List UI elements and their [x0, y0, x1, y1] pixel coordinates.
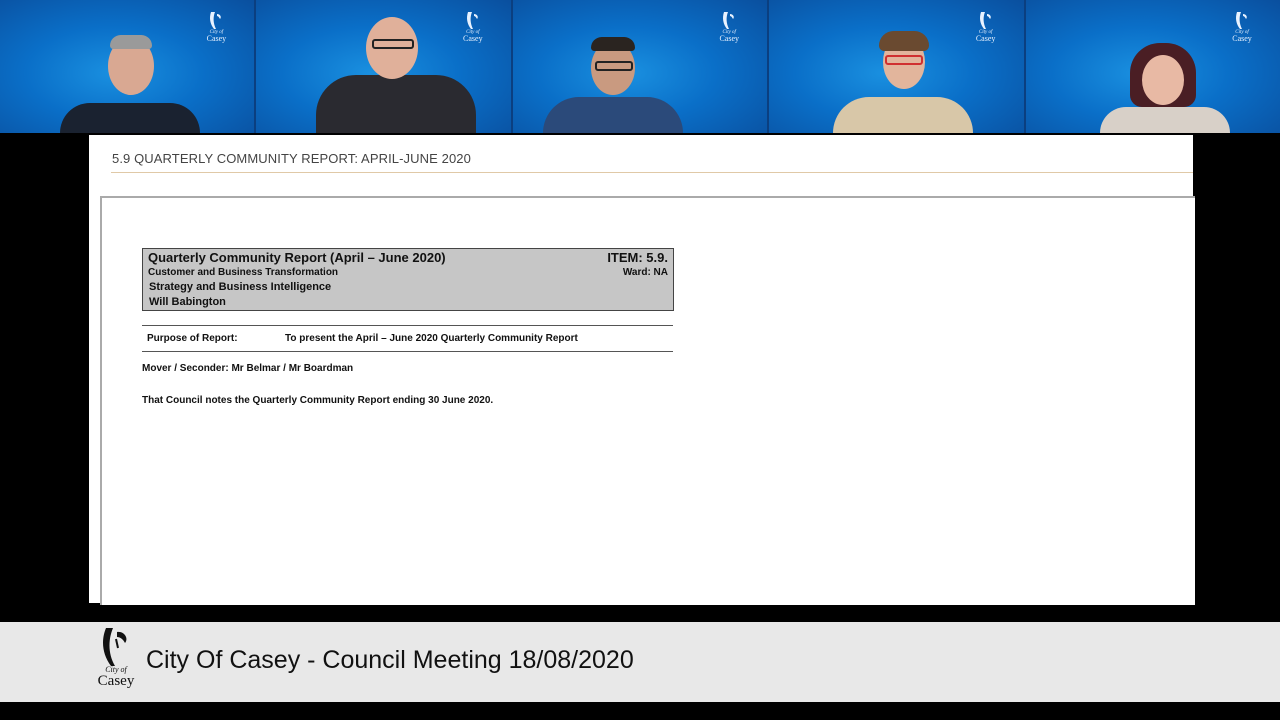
item-officer: Will Babington — [149, 296, 226, 308]
participant-tile-3[interactable]: City of Casey — [512, 0, 770, 133]
city-of-casey-logo: City of Casey — [92, 624, 140, 689]
item-number: ITEM: 5.9. — [607, 250, 668, 265]
slide-title: 5.9 QUARTERLY COMMUNITY REPORT: APRIL-JU… — [112, 151, 471, 166]
city-of-casey-logo: City of Casey — [204, 10, 228, 43]
mover-seconder: Mover / Seconder: Mr Belmar / Mr Boardma… — [142, 363, 354, 374]
lower-third-banner: City of Casey City Of Casey - Council Me… — [0, 622, 1280, 702]
purpose-label: Purpose of Report: — [147, 333, 238, 344]
bottom-bar — [0, 702, 1280, 720]
participant-tile-1[interactable]: City of Casey — [0, 0, 257, 133]
item-unit: Strategy and Business Intelligence — [149, 281, 332, 293]
item-title: Quarterly Community Report (April – June… — [148, 250, 446, 265]
participant-tile-4[interactable]: City of Casey — [769, 0, 1026, 133]
slide-divider — [111, 172, 1193, 173]
participant-video-4 — [833, 27, 974, 133]
city-of-casey-logo: City of Casey — [974, 10, 998, 43]
participant-video-5 — [1099, 43, 1230, 133]
participant-tile-5[interactable]: City of Casey — [1025, 0, 1280, 133]
agenda-item-header: Quarterly Community Report (April – June… — [142, 248, 674, 311]
document-view: Quarterly Community Report (April – June… — [100, 196, 1195, 605]
city-of-casey-logo: City of Casey — [1230, 10, 1254, 43]
motion-text: That Council notes the Quarterly Communi… — [142, 395, 494, 406]
item-department: Customer and Business Transformation — [148, 267, 339, 278]
item-ward: Ward: NA — [622, 267, 668, 278]
shared-slide: 5.9 QUARTERLY COMMUNITY REPORT: APRIL-JU… — [89, 135, 1195, 605]
participant-video-2 — [316, 15, 477, 133]
participant-video-1 — [60, 33, 200, 133]
meeting-title: City Of Casey - Council Meeting 18/08/20… — [146, 646, 634, 674]
purpose-of-report: Purpose of Report: To present the April … — [142, 325, 673, 352]
participant-video-3 — [542, 37, 683, 133]
participant-strip: City of Casey City of Casey City of Case… — [0, 0, 1280, 133]
participant-tile-2[interactable]: City of Casey — [256, 0, 513, 133]
city-of-casey-logo: City of Casey — [717, 10, 741, 43]
purpose-value: To present the April – June 2020 Quarter… — [285, 333, 578, 344]
